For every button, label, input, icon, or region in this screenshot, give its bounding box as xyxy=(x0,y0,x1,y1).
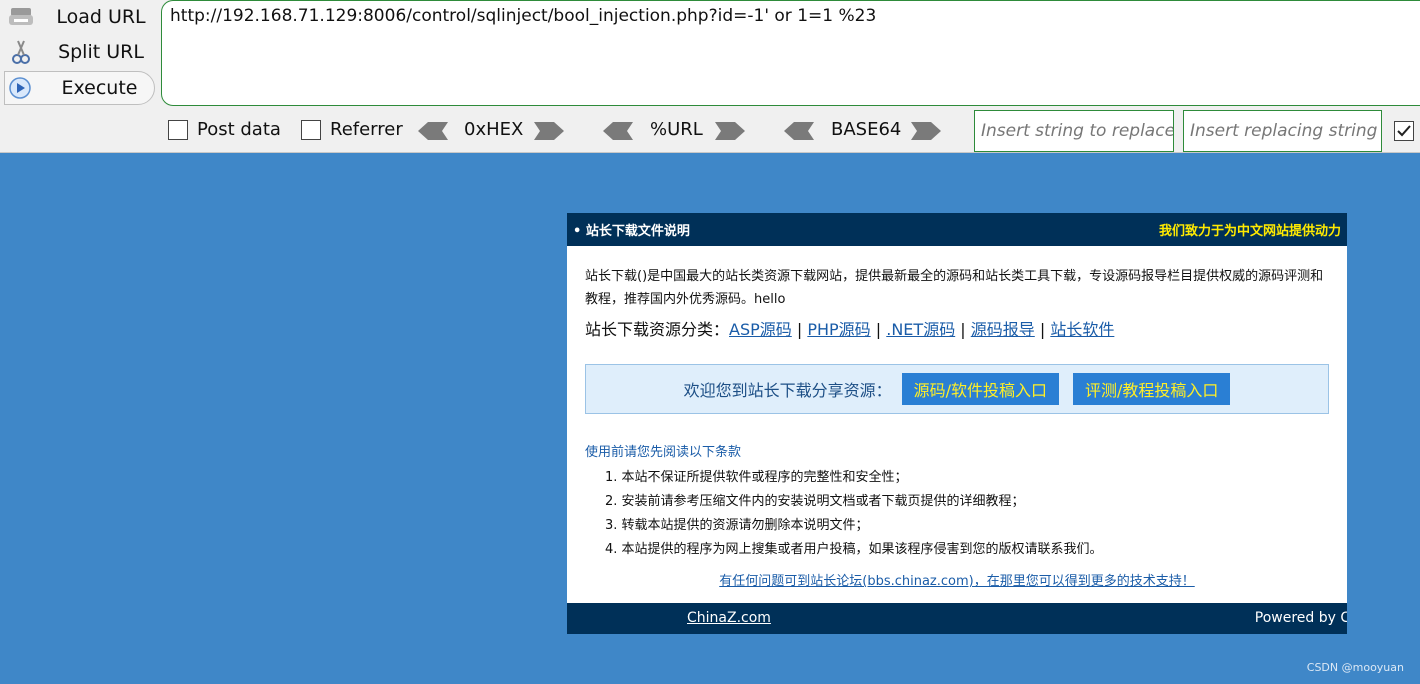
download-info-panel: • 站长下载文件说明 我们致力于为中文网站提供动力 站长下载()是中国最大的站长… xyxy=(567,213,1347,634)
hackbar-options-row: Post data Referrer 0xHEX %URL BASE64 Ins… xyxy=(0,108,1420,153)
list-item: 1. 本站不保证所提供软件或程序的完整性和安全性； xyxy=(605,470,908,485)
hackbar-toolbar: Load URL Split URL Execute http://192.16… xyxy=(0,0,1420,153)
panel-header-title: • 站长下载文件说明 xyxy=(573,224,690,239)
category-links: 站长下载资源分类：ASP源码 | PHP源码 | .NET源码 | 源码报导 |… xyxy=(585,320,1115,339)
powered-by-text: Powered by Ch xyxy=(1254,610,1347,626)
welcome-box: 欢迎您到站长下载分享资源： 源码/软件投稿入口 评测/教程投稿入口 xyxy=(585,364,1329,414)
hex-decode-arrow-icon[interactable] xyxy=(416,120,450,142)
play-icon xyxy=(5,73,35,103)
welcome-text: 欢迎您到站长下载分享资源： xyxy=(683,381,892,400)
replacing-string-input[interactable]: Insert replacing string xyxy=(1183,110,1382,152)
post-data-label: Post data xyxy=(197,119,281,140)
list-item: 2. 安装前请参考压缩文件内的安装说明文档或者下载页提供的详细教程； xyxy=(605,494,1025,509)
categories-label: 站长下载资源分类： xyxy=(585,320,730,339)
forum-link[interactable]: 有任何问题可到站长论坛(bbs.chinaz.com)，在那里您可以得到更多的技… xyxy=(567,570,1347,589)
url-textarea[interactable]: http://192.168.71.129:8006/control/sqlin… xyxy=(161,0,1420,106)
base64-encode-arrow-icon[interactable] xyxy=(909,120,943,142)
split-url-button[interactable]: Split URL xyxy=(6,35,156,69)
replace-enable-checkbox[interactable] xyxy=(1394,121,1414,141)
list-item: 3. 转载本站提供的资源请勿删除本说明文件； xyxy=(605,518,869,533)
execute-label: Execute xyxy=(61,77,138,99)
execute-button[interactable]: Execute xyxy=(4,71,155,105)
category-link-asp[interactable]: ASP源码 xyxy=(729,320,792,339)
url-decode-arrow-icon[interactable] xyxy=(601,120,635,142)
category-link-software[interactable]: 站长软件 xyxy=(1050,320,1114,339)
watermark: CSDN @mooyuan xyxy=(1306,661,1404,674)
load-url-button[interactable]: Load URL xyxy=(6,0,156,34)
intro-text: 站长下载()是中国最大的站长类资源下载网站，提供最新最全的源码和站长类工具下载，… xyxy=(585,269,1324,307)
terms-title: 使用前请您先阅读以下条款 xyxy=(585,445,742,460)
split-url-label: Split URL xyxy=(58,41,144,63)
chinaz-link[interactable]: ChinaZ.com xyxy=(687,610,771,626)
checkmark-icon xyxy=(1397,125,1411,137)
printer-icon xyxy=(6,2,36,32)
category-link-dotnet[interactable]: .NET源码 xyxy=(886,320,955,339)
panel-header-slogan: 我们致力于为中文网站提供动力 xyxy=(1158,224,1341,239)
list-item: 4. 本站提供的程序为网上搜集或者用户投稿，如果该程序侵害到您的版权请联系我们。 xyxy=(605,542,1103,557)
referrer-label: Referrer xyxy=(330,119,403,140)
panel-footer: ChinaZ.com Powered by Ch xyxy=(567,603,1347,634)
referrer-checkbox[interactable] xyxy=(301,120,321,140)
hex-encode-arrow-icon[interactable] xyxy=(532,120,566,142)
scissors-icon xyxy=(6,37,36,67)
base64-label: BASE64 xyxy=(831,119,902,140)
post-data-checkbox[interactable] xyxy=(168,120,188,140)
terms-list: 1. 本站不保证所提供软件或程序的完整性和安全性； 2. 安装前请参考压缩文件内… xyxy=(605,466,1103,562)
tutorial-submit-button[interactable]: 评测/教程投稿入口 xyxy=(1073,373,1231,405)
category-link-php[interactable]: PHP源码 xyxy=(807,320,870,339)
replace-string-input[interactable]: Insert string to replace xyxy=(974,110,1174,152)
panel-header: • 站长下载文件说明 我们致力于为中文网站提供动力 xyxy=(567,213,1347,246)
source-submit-button[interactable]: 源码/软件投稿入口 xyxy=(901,373,1059,405)
load-url-label: Load URL xyxy=(56,6,146,28)
url-encode-arrow-icon[interactable] xyxy=(713,120,747,142)
hex-label: 0xHEX xyxy=(464,119,524,140)
base64-decode-arrow-icon[interactable] xyxy=(782,120,816,142)
url-encode-label: %URL xyxy=(650,119,703,140)
category-link-news[interactable]: 源码报导 xyxy=(971,320,1035,339)
